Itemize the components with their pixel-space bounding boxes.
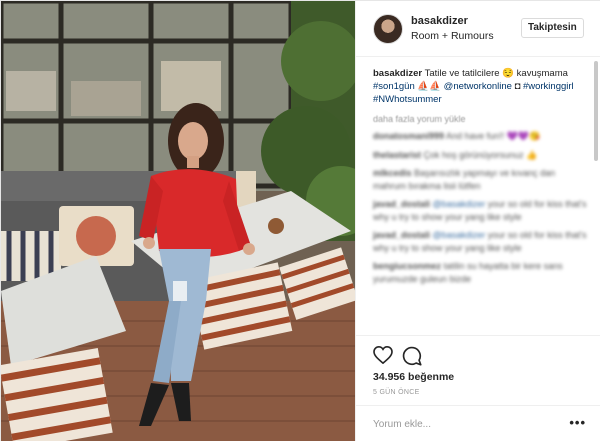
comment-username[interactable]: bengiucsonmez [373, 261, 441, 271]
post-caption: basakdizer Tatile ve tatilcilere 😌 kavuş… [373, 67, 590, 106]
likes-count[interactable]: 34.956 beğenme [373, 371, 454, 383]
comment-bubble-icon[interactable] [402, 346, 422, 366]
caption-text: ◘ [511, 81, 523, 92]
comment-item: donatosmani999 And have fun!! 💜💜😘 [373, 130, 590, 143]
comments-scrollbar[interactable] [594, 61, 598, 161]
following-button[interactable]: Takiptesin [521, 18, 584, 38]
post-header: basakdizer Room + Rumours Takiptesin [356, 1, 600, 57]
comment-item: javad_dostali @basakdizer your so old fo… [373, 229, 590, 254]
hashtag-link[interactable]: #NWhotsummer [373, 94, 442, 105]
post-timestamp[interactable]: 5 GÜN ÖNCE [373, 389, 420, 396]
post-actions: 34.956 beğenme 5 GÜN ÖNCE [356, 335, 600, 405]
comment-item: javad_dostali @basakdizer your so old fo… [373, 198, 590, 223]
post-photo-illustration [1, 1, 355, 441]
heart-icon[interactable] [373, 346, 393, 364]
comment-mention-link[interactable]: @basakdizer [433, 199, 486, 209]
comment-item: mlkcedis Başarısızlık yapmayı ve kıvanç … [373, 167, 590, 192]
comment-input[interactable] [373, 416, 553, 432]
comment-text: And have fun!! 💜💜😘 [446, 131, 541, 141]
hashtag-link[interactable]: #workinggirl [523, 81, 574, 92]
post-details-panel: basakdizer Room + Rumours Takiptesin bas… [355, 1, 600, 441]
caption-username[interactable]: basakdizer [373, 68, 422, 79]
avatar[interactable] [373, 14, 403, 44]
comment-username[interactable]: donatosmani999 [373, 131, 444, 141]
comment-mention-link[interactable]: @basakdizer [433, 230, 486, 240]
caption-text: ⛵⛵ [414, 81, 442, 92]
instagram-post-modal: basakdizer Room + Rumours Takiptesin bas… [0, 0, 600, 441]
more-options-icon[interactable]: ••• [569, 415, 586, 430]
caption-text: Tatile ve tatilcilere 😌 kavuşmama [424, 68, 568, 79]
location-link[interactable]: Room + Rumours [411, 30, 494, 42]
comment-item: thelastarist Çok hoş görünüyorsunuz 👍 [373, 149, 590, 162]
comment-username[interactable]: mlkcedis [373, 168, 412, 178]
comment-username[interactable]: javad_dostali [373, 230, 430, 240]
comment-text: Çok hoş görünüyorsunuz 👍 [423, 149, 538, 160]
username-link[interactable]: basakdizer [411, 15, 468, 27]
hashtag-link[interactable]: #son1gün [373, 81, 415, 92]
mention-link[interactable]: @networkonline [444, 81, 512, 92]
comments-list[interactable]: basakdizer Tatile ve tatilcilere 😌 kavuş… [356, 57, 600, 335]
post-photo[interactable] [1, 1, 355, 441]
comment-item: bengiucsonmez tatilin su hayatta bir ker… [373, 260, 590, 285]
comment-username[interactable]: javad_dostali [373, 199, 430, 209]
comment-username[interactable]: thelastarist [373, 150, 421, 160]
add-comment-bar: ••• [356, 405, 600, 441]
load-more-comments-link[interactable]: daha fazla yorum yükle [373, 114, 590, 124]
